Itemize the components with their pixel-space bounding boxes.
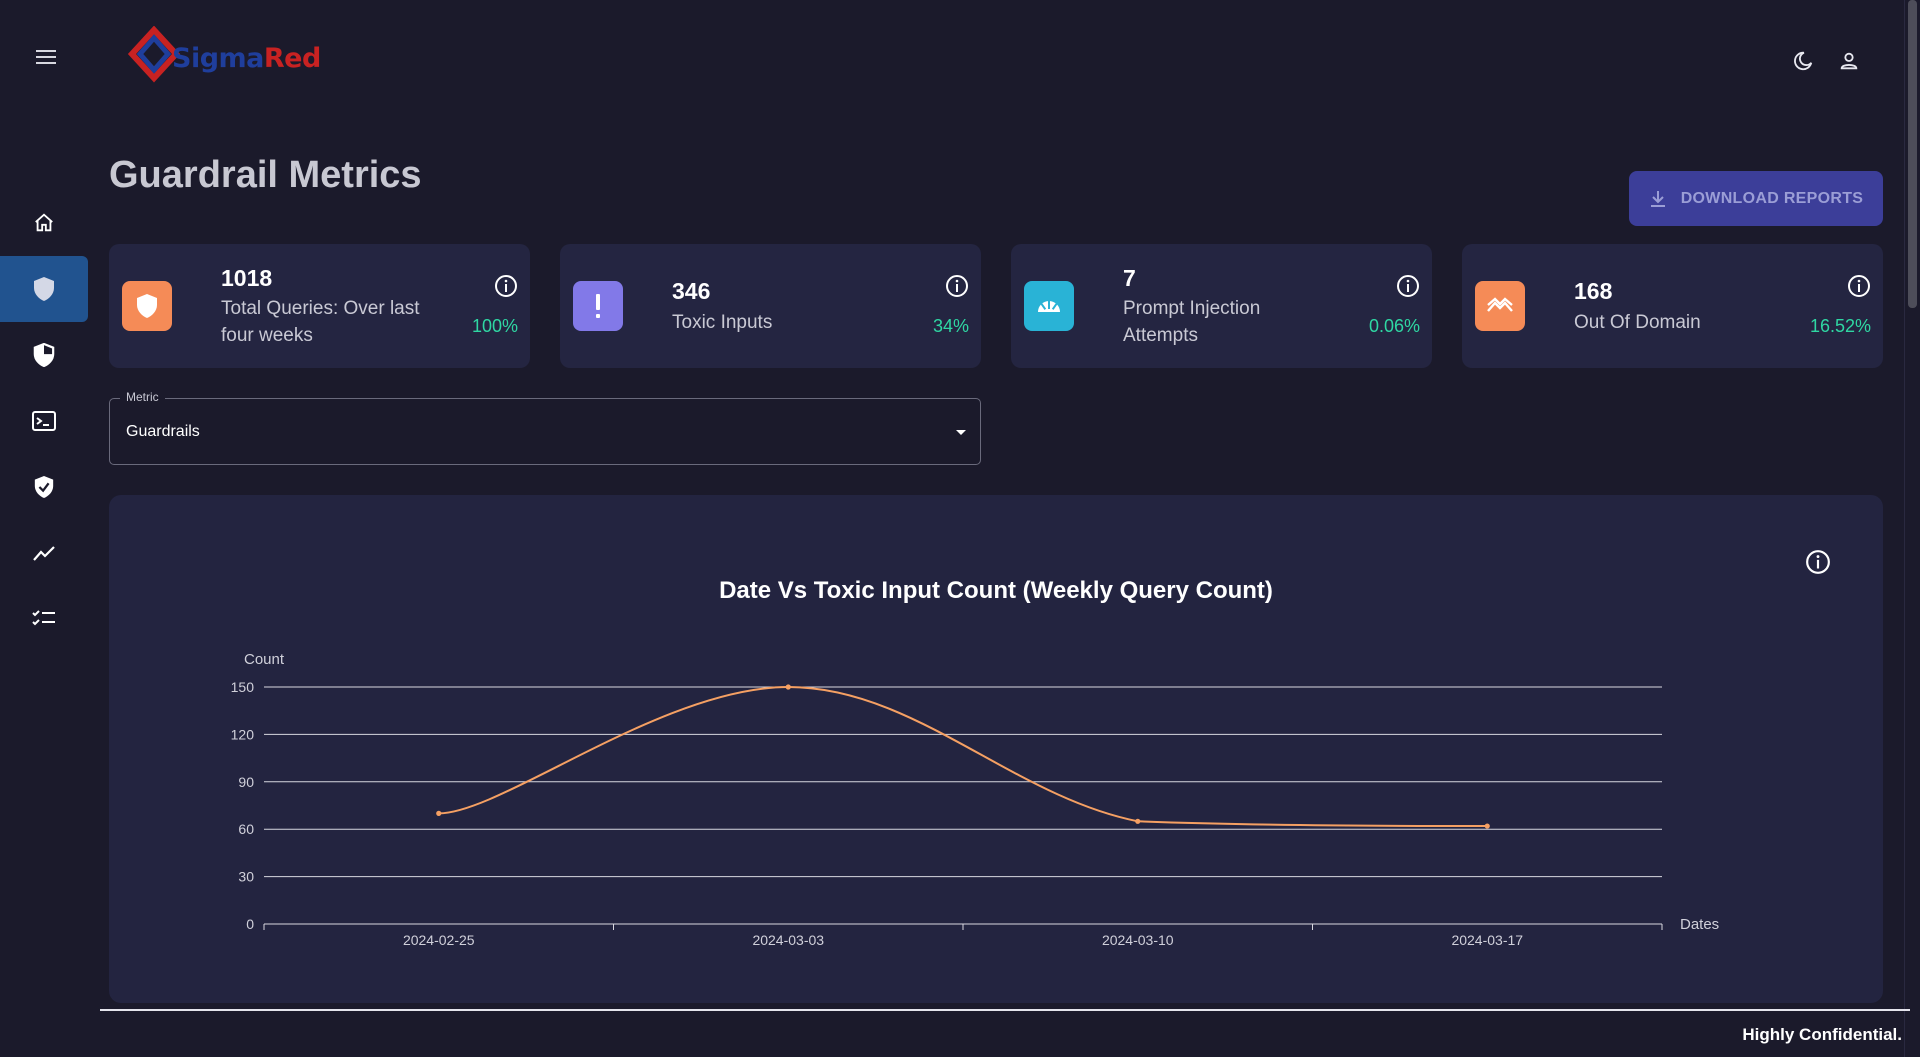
footer-divider (100, 1009, 1910, 1011)
zigzag-icon (1487, 297, 1513, 312)
sidebar-item-home[interactable] (0, 190, 88, 256)
line-chart: Date Vs Toxic Input Count (Weekly Query … (231, 577, 1720, 948)
exclamation-icon (596, 294, 600, 318)
sidebar-item-terminal[interactable] (0, 388, 88, 454)
person-icon (1840, 52, 1858, 70)
page-scrollbar[interactable] (1904, 0, 1920, 1057)
info-icon[interactable] (1396, 274, 1420, 298)
home-icon (35, 213, 53, 232)
download-reports-label: DOWNLOAD REPORTS (1680, 189, 1864, 207)
sidebar-item-guardrails[interactable] (0, 256, 88, 322)
stat-label: Total Queries: Over last four weeks (221, 298, 420, 346)
stat-percent: 16.52% (1809, 316, 1871, 336)
data-point (1135, 818, 1141, 824)
stat-percent: 0.06% (1368, 316, 1420, 336)
stat-card-icon-box (1024, 281, 1074, 331)
page-title: Guardrail Metrics (109, 154, 422, 196)
download-icon (1650, 190, 1665, 207)
shield-half-icon (33, 343, 55, 367)
stat-card-prompt-injection: 7 Prompt Injection Attempts 0.06% (1011, 244, 1432, 368)
shield-check-icon (34, 476, 54, 498)
stat-card-out-of-domain: 168 Out Of Domain 16.52% (1462, 244, 1883, 368)
stat-value: 168 (1574, 278, 1613, 304)
scroll-thumb[interactable] (1908, 0, 1917, 308)
data-point (785, 684, 791, 690)
terminal-icon (32, 411, 56, 431)
x-tick-label: 2024-02-25 (403, 932, 475, 948)
theme-toggle-button[interactable] (1790, 48, 1816, 74)
x-tick-label: 2024-03-03 (752, 932, 824, 948)
logo[interactable]: SigmaRed (128, 26, 321, 90)
sidebar-item-security[interactable] (0, 322, 88, 388)
stat-card-icon-box (122, 281, 172, 331)
sidebar-item-analytics[interactable] (0, 520, 88, 586)
stat-cards: 1018 Total Queries: Over last four weeks… (109, 244, 1883, 368)
info-icon[interactable] (494, 274, 518, 298)
y-axis-label: Count (244, 651, 285, 668)
sidebar-item-verified[interactable] (0, 454, 88, 520)
x-axis-label: Dates (1680, 916, 1719, 933)
metric-select-label: Metric (120, 390, 165, 404)
sidebar (0, 190, 90, 652)
injection-icon (1038, 300, 1060, 312)
metric-select-value: Guardrails (126, 423, 200, 440)
stat-value: 346 (672, 278, 711, 304)
stat-card-icon-box (1475, 281, 1525, 331)
account-button[interactable] (1836, 48, 1862, 74)
download-reports-button[interactable]: DOWNLOAD REPORTS (1629, 171, 1883, 226)
hamburger-menu-icon (36, 50, 56, 64)
info-icon[interactable] (1847, 274, 1871, 298)
x-tick-label: 2024-03-10 (1102, 932, 1174, 948)
stat-value: 1018 (221, 265, 273, 291)
moon-icon (1794, 51, 1813, 71)
y-tick-label: 120 (231, 726, 255, 742)
stat-percent: 34% (932, 316, 969, 336)
y-tick-label: 90 (238, 774, 254, 790)
stat-card-toxic-inputs: 346 Toxic Inputs 34% (560, 244, 981, 368)
y-tick-label: 30 (238, 869, 254, 885)
chart-title: Date Vs Toxic Input Count (Weekly Query … (719, 577, 1273, 604)
y-tick-label: 60 (238, 821, 254, 837)
shield-icon (137, 294, 157, 318)
data-point (1484, 823, 1490, 829)
metric-select[interactable]: Metric Guardrails (109, 390, 981, 465)
footer-confidential: Highly Confidential. (1742, 1025, 1902, 1044)
caret-down-icon (956, 430, 966, 435)
sidebar-item-checklist[interactable] (0, 586, 88, 652)
x-tick-label: 2024-03-17 (1451, 932, 1523, 948)
data-point (436, 810, 442, 816)
stat-card-icon-box (573, 281, 623, 331)
stat-percent: 100% (471, 316, 518, 336)
checklist-icon (32, 610, 55, 626)
y-tick-label: 150 (231, 679, 255, 695)
trending-icon (33, 546, 55, 561)
series-line (438, 685, 1488, 828)
info-icon[interactable] (945, 274, 969, 298)
menu-button[interactable] (30, 40, 64, 74)
stat-card-total-queries: 1018 Total Queries: Over last four weeks… (109, 244, 530, 368)
logo-text: SigmaRed (172, 42, 321, 74)
shield-icon (34, 277, 54, 301)
chart-panel: Date Vs Toxic Input Count (Weekly Query … (109, 495, 1883, 1003)
stat-label: Out Of Domain (1574, 312, 1701, 333)
stat-label: Prompt Injection Attempts (1123, 298, 1261, 346)
stat-label: Toxic Inputs (672, 312, 773, 333)
stat-value: 7 (1123, 265, 1136, 291)
y-tick-label: 0 (246, 916, 254, 932)
